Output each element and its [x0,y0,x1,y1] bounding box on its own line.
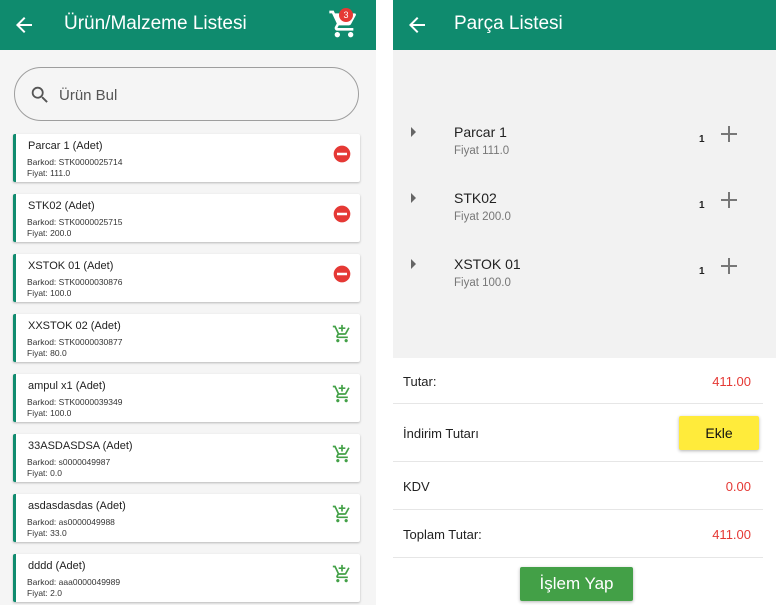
product-item[interactable]: dddd (Adet) Barkod: aaa0000049989 Fiyat:… [13,554,360,602]
parts-list-screen: Parça Listesi Parcar 1 Fiyat 111.0 1 STK… [393,0,776,605]
expand-arrow-icon[interactable] [410,127,418,137]
product-price: Fiyat: 2.0 [27,588,62,598]
remove-circle-icon[interactable] [332,264,352,284]
expand-arrow-icon[interactable] [410,193,418,203]
search-box[interactable] [14,67,359,121]
plus-icon[interactable] [721,258,737,274]
part-name: Parcar 1 [454,124,507,140]
part-row[interactable]: XSTOK 01 Fiyat 100.0 1 [393,242,763,302]
product-name: XXSTOK 02 (Adet) [28,320,121,332]
part-row[interactable]: Parcar 1 Fiyat 111.0 1 [393,110,763,170]
page-title: Parça Listesi [454,13,563,34]
product-barcode: Barkod: aaa0000049989 [27,577,121,587]
remove-circle-icon[interactable] [332,144,352,164]
search-input[interactable] [59,82,339,108]
add-to-cart-icon[interactable] [332,564,352,584]
product-price: Fiyat: 100.0 [27,408,72,418]
part-row[interactable]: STK02 Fiyat 200.0 1 [393,176,763,236]
back-arrow-icon[interactable] [12,13,36,37]
part-name: STK02 [454,190,497,206]
indirim-row: İndirim Tutarı Ekle [393,404,763,462]
product-price: Fiyat: 0.0 [27,468,62,478]
tutar-value: 411.00 [712,374,751,389]
product-price: Fiyat: 80.0 [27,348,67,358]
product-barcode: Barkod: STK0000025714 [27,157,123,167]
add-to-cart-icon[interactable] [332,324,352,344]
product-item[interactable]: XXSTOK 02 (Adet) Barkod: STK0000030877 F… [13,314,360,362]
product-name: Parcar 1 (Adet) [28,140,103,152]
part-price: Fiyat 200.0 [454,211,511,223]
product-price: Fiyat: 200.0 [27,228,72,238]
product-name: XSTOK 01 (Adet) [28,260,114,272]
product-barcode: Barkod: s0000049987 [27,457,111,467]
product-item[interactable]: Parcar 1 (Adet) Barkod: STK0000025714 Fi… [13,134,360,182]
add-to-cart-icon[interactable] [332,444,352,464]
search-icon [31,86,48,103]
islem-yap-button[interactable]: İşlem Yap [520,567,633,601]
kdv-label: KDV [403,479,430,494]
kdv-row: KDV 0.00 [393,462,763,510]
product-item[interactable]: asdasdasdas (Adet) Barkod: as0000049988 … [13,494,360,542]
part-name: XSTOK 01 [454,256,521,272]
plus-icon[interactable] [721,126,737,142]
tutar-label: Tutar: [403,374,437,389]
product-barcode: Barkod: STK0000039349 [27,397,123,407]
product-list-screen: Ürün/Malzeme Listesi 3 Parcar 1 (Adet) B… [0,0,376,605]
product-name: asdasdasdas (Adet) [28,500,126,512]
product-price: Fiyat: 111.0 [27,168,71,178]
product-item[interactable]: XSTOK 01 (Adet) Barkod: STK0000030876 Fi… [13,254,360,302]
product-name: ampul x1 (Adet) [28,380,106,392]
product-price: Fiyat: 100.0 [27,288,72,298]
indirim-label: İndirim Tutarı [403,426,479,441]
totals-section: Tutar: 411.00 İndirim Tutarı Ekle KDV 0.… [393,356,763,558]
product-name: STK02 (Adet) [28,200,95,212]
remove-circle-icon[interactable] [332,204,352,224]
parts-list: Parcar 1 Fiyat 111.0 1 STK02 Fiyat 200.0… [393,50,776,358]
product-item[interactable]: STK02 (Adet) Barkod: STK0000025715 Fiyat… [13,194,360,242]
product-barcode: Barkod: as0000049988 [27,517,115,527]
product-item[interactable]: ampul x1 (Adet) Barkod: STK0000039349 Fi… [13,374,360,422]
product-price: Fiyat: 33.0 [27,528,67,538]
part-quantity: 1 [699,266,705,277]
product-name: dddd (Adet) [28,560,86,572]
app-bar: Parça Listesi [393,0,776,50]
part-quantity: 1 [699,134,705,145]
product-name: 33ASDASDSA (Adet) [28,440,133,452]
add-to-cart-icon[interactable] [332,504,352,524]
kdv-value: 0.00 [725,479,751,494]
expand-arrow-icon[interactable] [410,259,418,269]
tutar-row: Tutar: 411.00 [393,356,763,404]
product-list: Parcar 1 (Adet) Barkod: STK0000025714 Fi… [13,134,360,605]
product-barcode: Barkod: STK0000025715 [27,217,123,227]
part-quantity: 1 [699,200,705,211]
back-arrow-icon[interactable] [405,13,429,37]
part-price: Fiyat 100.0 [454,277,511,289]
product-barcode: Barkod: STK0000030876 [27,277,123,287]
page-title: Ürün/Malzeme Listesi [64,13,247,34]
cart-count-badge: 3 [339,8,353,22]
ekle-button[interactable]: Ekle [679,416,759,450]
part-price: Fiyat 111.0 [454,145,510,157]
toplam-label: Toplam Tutar: [403,527,482,542]
plus-icon[interactable] [721,192,737,208]
product-barcode: Barkod: STK0000030877 [27,337,123,347]
add-to-cart-icon[interactable] [332,384,352,404]
product-item[interactable]: 33ASDASDSA (Adet) Barkod: s0000049987 Fi… [13,434,360,482]
toplam-row: Toplam Tutar: 411.00 [393,510,763,558]
app-bar: Ürün/Malzeme Listesi 3 [0,0,376,50]
toplam-value: 411.00 [712,527,751,542]
